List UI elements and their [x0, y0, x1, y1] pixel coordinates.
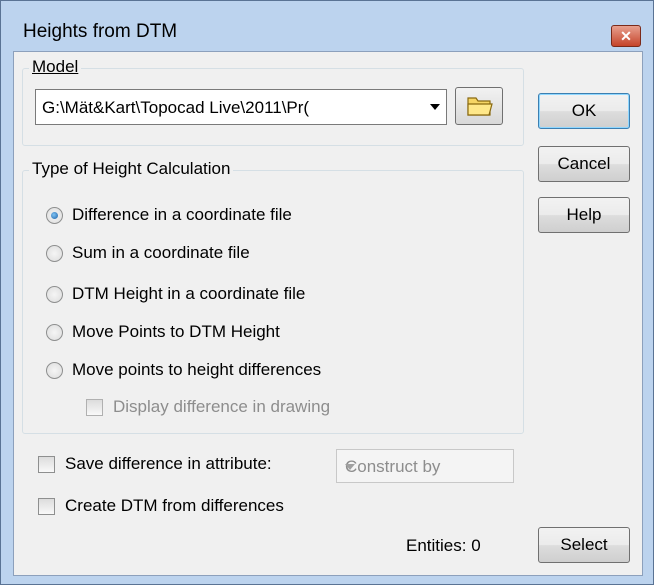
- model-group: Model G:\Mät&Kart\Topocad Live\2011\Pr(: [22, 57, 524, 146]
- close-icon[interactable]: ✕: [611, 25, 641, 47]
- radio-button[interactable]: [46, 244, 63, 262]
- model-path-combobox[interactable]: G:\Mät&Kart\Topocad Live\2011\Pr(: [35, 89, 447, 125]
- attribute-select[interactable]: Construct by: [336, 449, 514, 483]
- radio-sum[interactable]: Sum in a coordinate file: [46, 243, 250, 263]
- entities-count: Entities: 0: [406, 536, 481, 555]
- help-button[interactable]: Help: [538, 197, 630, 233]
- dialog-window: Heights from DTM ✕ Model G:\Mät&Kart\Top…: [0, 0, 654, 585]
- radio-button[interactable]: [46, 285, 63, 303]
- radio-label: Difference in a coordinate file: [72, 205, 292, 224]
- radio-label: DTM Height in a coordinate file: [72, 284, 306, 303]
- create-dtm-label: Create DTM from differences: [65, 496, 284, 515]
- browse-folder-button[interactable]: [455, 87, 503, 125]
- radio-label: Sum in a coordinate file: [72, 243, 250, 262]
- radio-difference[interactable]: Difference in a coordinate file: [46, 205, 292, 225]
- title-bar[interactable]: Heights from DTM ✕: [1, 1, 653, 51]
- attribute-select-value: Construct by: [345, 457, 441, 476]
- radio-button[interactable]: [46, 206, 63, 224]
- radio-label: Move points to height differences: [72, 360, 322, 379]
- ok-button[interactable]: OK: [538, 93, 630, 129]
- radio-move-points-dtm[interactable]: Move Points to DTM Height: [46, 322, 280, 342]
- display-difference-checkbox[interactable]: [86, 398, 103, 416]
- display-difference-label: Display difference in drawing: [113, 397, 331, 416]
- folder-icon: [467, 97, 493, 116]
- save-difference-checkbox[interactable]: [38, 455, 55, 473]
- radio-label: Move Points to DTM Height: [72, 322, 280, 341]
- display-difference-checkbox-row[interactable]: Display difference in drawing: [86, 397, 330, 417]
- window-title: Heights from DTM: [23, 21, 178, 42]
- height-calculation-group-label: Type of Height Calculation: [29, 159, 234, 179]
- create-dtm-checkbox[interactable]: [38, 497, 55, 515]
- select-button[interactable]: Select: [538, 527, 630, 563]
- dialog-client-area: Model G:\Mät&Kart\Topocad Live\2011\Pr( …: [13, 51, 643, 576]
- radio-button[interactable]: [46, 361, 63, 379]
- model-path-value: G:\Mät&Kart\Topocad Live\2011\Pr(: [42, 98, 310, 117]
- radio-move-points-differences[interactable]: Move points to height differences: [46, 360, 321, 380]
- chevron-down-icon[interactable]: [345, 464, 355, 470]
- radio-button[interactable]: [46, 323, 63, 341]
- create-dtm-row[interactable]: Create DTM from differences: [38, 496, 284, 516]
- save-difference-row[interactable]: Save difference in attribute:: [38, 454, 272, 474]
- save-difference-label: Save difference in attribute:: [65, 454, 272, 473]
- chevron-down-icon[interactable]: [430, 104, 440, 110]
- model-group-label: Model: [29, 57, 82, 77]
- cancel-button[interactable]: Cancel: [538, 146, 630, 182]
- radio-dtm-height[interactable]: DTM Height in a coordinate file: [46, 284, 305, 304]
